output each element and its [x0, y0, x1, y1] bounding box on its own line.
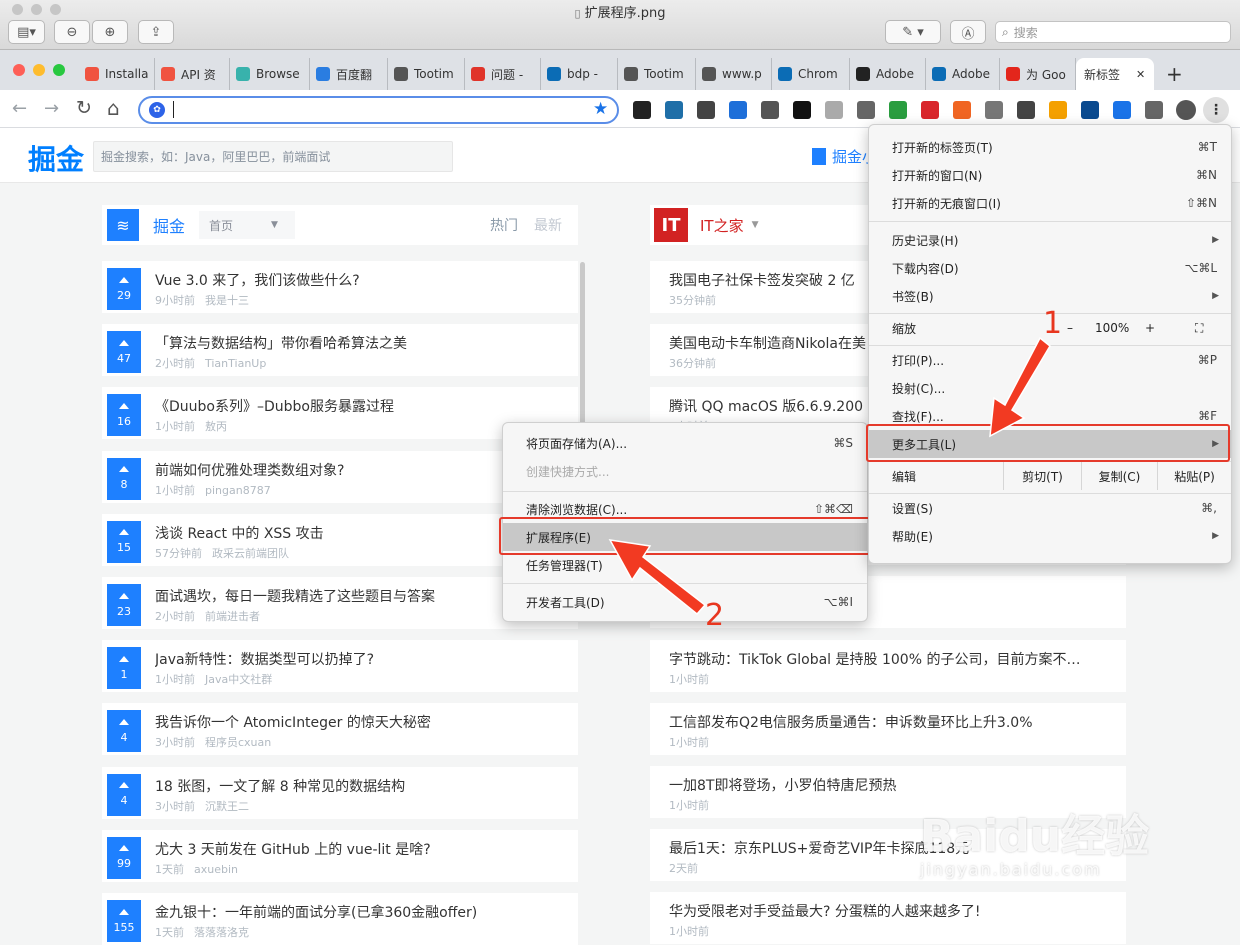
arrow-step-2 [608, 539, 707, 616]
arrow-step-1 [989, 336, 1051, 438]
annotation-step-1: 1 [1043, 306, 1063, 341]
annotation-arrows [608, 336, 1051, 616]
annotation-step-2: 2 [705, 598, 725, 633]
